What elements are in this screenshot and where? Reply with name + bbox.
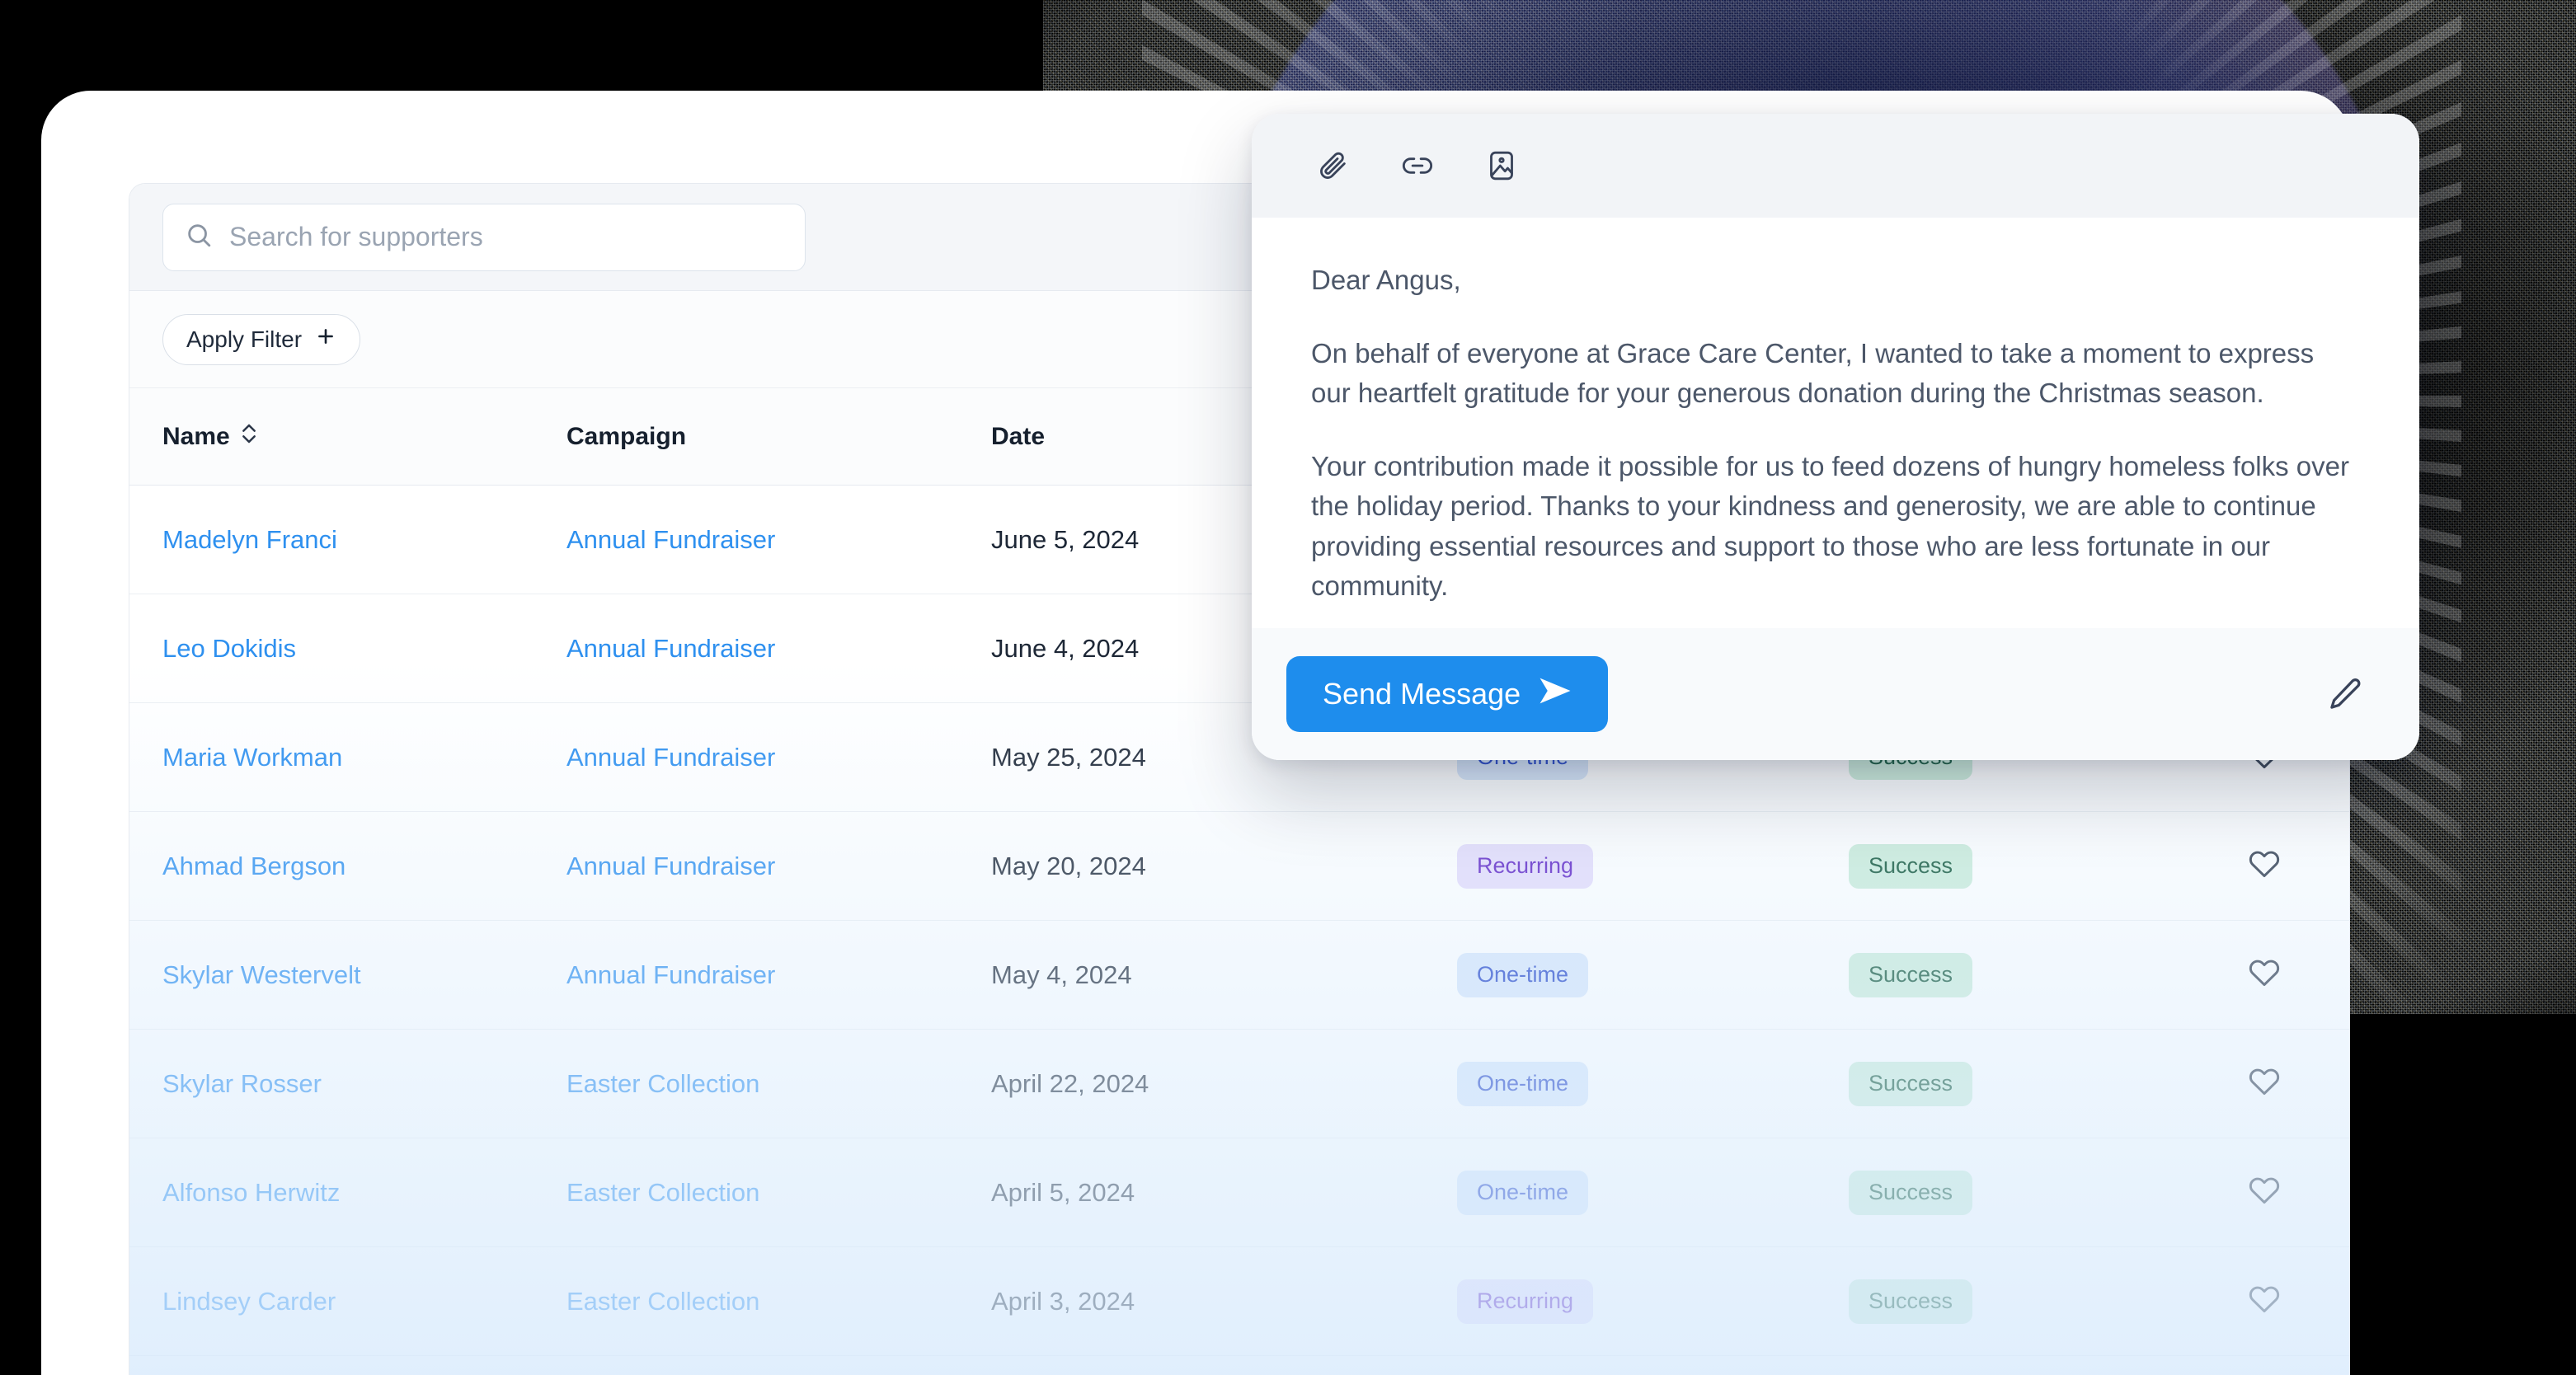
table-row[interactable]: Skylar Rosser Easter Collection April 22, … bbox=[129, 1030, 2349, 1138]
donation-type-badge: Recurring bbox=[1457, 844, 1593, 889]
campaign-link[interactable]: Annual Fundraiser bbox=[566, 634, 775, 663]
message-paragraph-1: On behalf of everyone at Grace Care Cent… bbox=[1311, 334, 2360, 414]
attach-icon[interactable] bbox=[1311, 143, 1356, 188]
composer-toolbar bbox=[1252, 114, 2419, 218]
table-row[interactable]: Ahmad Bergson Annual Fundraiser May 20, 20… bbox=[129, 812, 2349, 921]
send-message-button[interactable]: Send Message bbox=[1286, 656, 1608, 732]
campaign-link[interactable]: Annual Fundraiser bbox=[566, 852, 775, 880]
status-badge: Success bbox=[1849, 844, 1972, 889]
donation-type-badge: One-time bbox=[1457, 953, 1588, 997]
status-badge: Success bbox=[1849, 1062, 1972, 1106]
donation-date: April 3, 2024 bbox=[991, 1287, 1135, 1316]
supporter-name-link[interactable]: Madelyn Franci bbox=[162, 525, 337, 554]
chevron-up-down-icon bbox=[240, 421, 258, 453]
donation-type-badge: One-time bbox=[1457, 1171, 1588, 1215]
link-icon[interactable] bbox=[1395, 143, 1440, 188]
supporter-name-link[interactable]: Lindsey Carder bbox=[162, 1287, 336, 1316]
campaign-link[interactable]: Annual Fundraiser bbox=[566, 960, 775, 989]
donation-date: June 4, 2024 bbox=[991, 634, 1139, 663]
donation-date: June 5, 2024 bbox=[991, 525, 1139, 554]
supporter-name-link[interactable]: Skylar Westervelt bbox=[162, 960, 361, 989]
table-row[interactable]: Lindsey Carder Easter Collection April 3, … bbox=[129, 1247, 2349, 1356]
donation-date: May 20, 2024 bbox=[991, 852, 1146, 880]
search-box[interactable] bbox=[162, 204, 806, 271]
supporter-name-link[interactable]: Leo Dokidis bbox=[162, 634, 296, 663]
composer-footer: Send Message bbox=[1252, 628, 2419, 760]
message-paragraph-2: Your contribution made it possible for u… bbox=[1311, 447, 2360, 607]
table-row[interactable]: Skylar Westervelt Annual Fundraiser May 4,… bbox=[129, 921, 2349, 1030]
campaign-link[interactable]: Easter Collection bbox=[566, 1287, 759, 1316]
donation-type-badge: Recurring bbox=[1457, 1279, 1593, 1324]
heart-icon[interactable] bbox=[2247, 847, 2282, 885]
table-row[interactable]: Alfonso Herwitz Easter Collection April 5,… bbox=[129, 1138, 2349, 1247]
column-header-name[interactable]: Name bbox=[129, 421, 566, 453]
supporter-name-link[interactable]: Skylar Rosser bbox=[162, 1069, 322, 1098]
apply-filter-button[interactable]: Apply Filter bbox=[162, 314, 360, 365]
image-icon[interactable] bbox=[1479, 143, 1524, 188]
column-header-campaign[interactable]: Campaign bbox=[566, 423, 991, 451]
donation-date: May 4, 2024 bbox=[991, 960, 1132, 989]
campaign-link[interactable]: Easter Collection bbox=[566, 1178, 759, 1207]
plus-icon bbox=[315, 326, 336, 353]
donation-type-badge: One-time bbox=[1457, 1062, 1588, 1106]
send-message-label: Send Message bbox=[1323, 677, 1521, 711]
column-header-date-label: Date bbox=[991, 423, 1045, 451]
status-badge: Success bbox=[1849, 953, 1972, 997]
send-arrow-icon bbox=[1539, 677, 1572, 712]
campaign-link[interactable]: Annual Fundraiser bbox=[566, 743, 775, 772]
search-input[interactable] bbox=[229, 222, 783, 252]
heart-icon[interactable] bbox=[2247, 955, 2282, 994]
status-badge: Success bbox=[1849, 1279, 1972, 1324]
pencil-icon[interactable] bbox=[2322, 671, 2368, 717]
supporter-name-link[interactable]: Maria Workman bbox=[162, 743, 342, 772]
column-header-name-label: Name bbox=[162, 423, 230, 451]
search-icon bbox=[185, 221, 213, 253]
heart-icon[interactable] bbox=[2247, 1173, 2282, 1212]
campaign-link[interactable]: Annual Fundraiser bbox=[566, 525, 775, 554]
column-header-campaign-label: Campaign bbox=[566, 423, 686, 451]
message-greeting: Dear Angus, bbox=[1311, 260, 2360, 301]
donation-date: April 22, 2024 bbox=[991, 1069, 1149, 1098]
supporter-name-link[interactable]: Ahmad Bergson bbox=[162, 852, 346, 880]
message-body[interactable]: Dear Angus, On behalf of everyone at Gra… bbox=[1252, 218, 2419, 628]
donation-date: May 25, 2024 bbox=[991, 743, 1146, 772]
heart-icon[interactable] bbox=[2247, 1282, 2282, 1321]
message-composer-panel: Dear Angus, On behalf of everyone at Gra… bbox=[1252, 114, 2419, 760]
heart-icon[interactable] bbox=[2247, 1064, 2282, 1103]
apply-filter-label: Apply Filter bbox=[186, 326, 302, 353]
campaign-link[interactable]: Easter Collection bbox=[566, 1069, 759, 1098]
supporter-name-link[interactable]: Alfonso Herwitz bbox=[162, 1178, 340, 1207]
status-badge: Success bbox=[1849, 1171, 1972, 1215]
donation-date: April 5, 2024 bbox=[991, 1178, 1135, 1207]
